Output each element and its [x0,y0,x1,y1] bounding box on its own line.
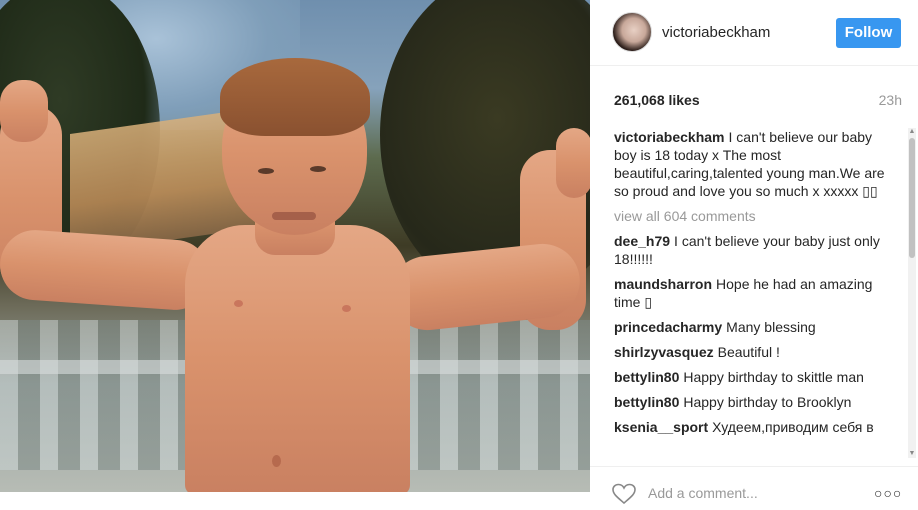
comment-text: Many blessing [726,319,816,335]
comments-list[interactable]: victoriabeckham I can't believe our baby … [614,128,896,458]
comment-row: bettylin80 Happy birthday to skittle man [614,368,896,386]
comment-text: Happy birthday to skittle man [683,369,864,385]
post-footer: Add a comment... ○○○ [590,466,918,510]
comment-row: princedacharmy Many blessing [614,318,896,336]
heart-icon[interactable] [612,483,636,505]
comment-text: Happy birthday to Brooklyn [683,394,852,410]
boy-chest-left [234,300,243,307]
post-photo[interactable] [0,0,590,492]
comment-items: dee_h79 I can't believe your baby just on… [614,232,896,436]
comment-username[interactable]: shirlzyvasquez [614,344,714,360]
comment-row: shirlzyvasquez Beautiful ! [614,343,896,361]
boy-torso [185,225,410,492]
comment-username[interactable]: ksenia__sport [614,419,708,435]
comment-username[interactable]: dee_h79 [614,233,670,249]
boy-navel [272,455,281,467]
post-header: victoriabeckham Follow [590,0,918,66]
comment-row: ksenia__sport Худеем,приводим себя в [614,418,896,436]
more-options-icon[interactable]: ○○○ [874,485,902,501]
scroll-down-arrow-icon[interactable]: ▼ [908,450,916,458]
comment-username[interactable]: bettylin80 [614,369,679,385]
comment-username[interactable]: bettylin80 [614,394,679,410]
boy-eye-left [258,168,274,174]
comment-text: Beautiful ! [717,344,780,360]
avatar[interactable] [612,12,652,52]
boy-chest-right [342,305,351,312]
post-side-panel: victoriabeckham Follow 261,068 likes 23h… [590,0,918,510]
photo-bottom-gap [0,492,590,510]
likes-row: 261,068 likes 23h [614,92,902,112]
boy-mouth [272,212,316,220]
caption-username[interactable]: victoriabeckham [614,129,725,145]
boy-right-fist [556,128,590,198]
likes-count[interactable]: 261,068 likes [614,92,700,108]
caption: victoriabeckham I can't believe our baby … [614,128,896,200]
boy-hair [220,58,370,136]
photo-boy-flexing [0,0,590,492]
follow-button[interactable]: Follow [836,18,901,48]
comment-text: Худеем,приводим себя в [712,419,874,435]
header-username[interactable]: victoriabeckham [662,24,770,41]
comment-row: bettylin80 Happy birthday to Brooklyn [614,393,896,411]
scroll-up-arrow-icon[interactable]: ▲ [908,128,916,136]
post-time[interactable]: 23h [879,92,902,108]
comment-username[interactable]: maundsharron [614,276,712,292]
boy-left-arm [0,227,213,313]
view-all-comments-link[interactable]: view all 604 comments [614,207,896,225]
scrollbar-thumb[interactable] [909,138,915,258]
comment-row: dee_h79 I can't believe your baby just on… [614,232,896,268]
comments-scrollbar[interactable]: ▲ ▼ [908,128,916,458]
comment-row: maundsharron Hope he had an amazing time … [614,275,896,311]
boy-eye-right [310,166,326,172]
add-comment-input[interactable]: Add a comment... [648,485,758,501]
comment-username[interactable]: princedacharmy [614,319,722,335]
boy-left-fist [0,80,48,142]
